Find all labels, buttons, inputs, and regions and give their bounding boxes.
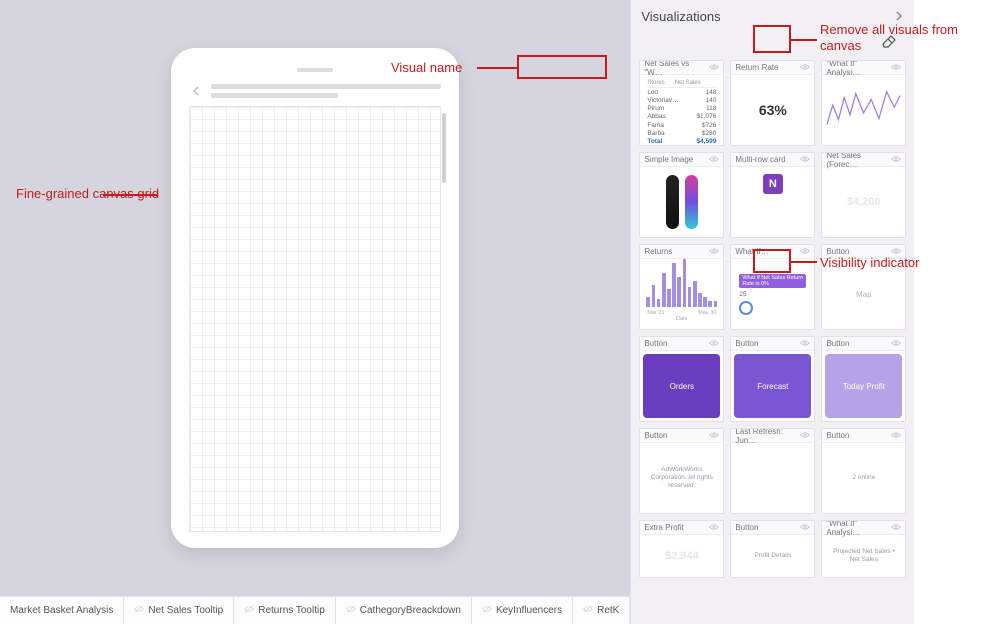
visibility-icon[interactable]	[891, 154, 901, 166]
visualization-tile[interactable]: Last Refresh: Jun…	[730, 428, 815, 514]
tab-label: RetK	[597, 605, 619, 616]
visibility-icon[interactable]	[800, 338, 810, 350]
page-tab-strip: Market Basket Analysis Net Sales Tooltip R…	[0, 596, 630, 624]
visualization-tile[interactable]: Simple Image	[639, 152, 724, 238]
nav-button: Forecast	[734, 354, 811, 418]
visibility-icon[interactable]	[800, 430, 810, 442]
visualization-tile[interactable]: "What If" Analysi…Projected Net Sales • …	[821, 520, 906, 578]
tile-title: Returns	[644, 247, 672, 256]
visualization-tile[interactable]: Net Sales vs "W…StoresNet SalesLeo148Vic…	[639, 60, 724, 146]
tab-label: Market Basket Analysis	[10, 605, 113, 616]
mobile-canvas-area: Market Basket Analysis Net Sales Tooltip R…	[0, 0, 630, 624]
tile-title: Extra Profit	[644, 523, 684, 532]
visualization-tile[interactable]: ReturnsMar 21May 30Date	[639, 244, 724, 330]
visualization-tile-grid: Net Sales vs "W…StoresNet SalesLeo148Vic…	[639, 60, 906, 578]
page-tab[interactable]: KeyInfluencers	[472, 597, 573, 624]
visibility-icon[interactable]	[709, 338, 719, 350]
scrollbar[interactable]	[442, 113, 446, 183]
tile-title: Simple Image	[644, 155, 693, 164]
tab-label: Net Sales Tooltip	[148, 605, 223, 616]
visibility-icon[interactable]	[800, 154, 810, 166]
visualization-tile[interactable]: Button Profit Details	[730, 520, 815, 578]
hidden-icon	[482, 604, 492, 617]
tile-title: Return Rate	[735, 63, 778, 72]
visibility-icon[interactable]	[709, 154, 719, 166]
faded-value: $4,200	[847, 196, 881, 208]
visualization-tile[interactable]: What If… What If Net Sales Return Rate is…	[730, 244, 815, 330]
card-icon: N	[759, 170, 787, 198]
visibility-icon[interactable]	[891, 246, 901, 258]
tile-title: Button	[644, 339, 667, 348]
visualization-tile[interactable]: Button AdWorkWorks Corporation. All right…	[639, 428, 724, 514]
page-tab[interactable]: Net Sales Tooltip	[124, 597, 234, 624]
mini-bar-chart	[643, 266, 720, 310]
visibility-icon[interactable]	[709, 62, 719, 74]
nav-button: Today Profit	[825, 354, 902, 418]
faded-value: $2,944	[665, 550, 699, 562]
visualization-tile[interactable]: Return Rate 63%	[730, 60, 815, 146]
mini-line-chart	[825, 78, 902, 142]
visualizations-panel: Visualizations Net Sales vs "W…StoresNet…	[630, 0, 914, 624]
canvas-grid[interactable]	[189, 106, 441, 532]
annotation-gutter	[914, 0, 984, 624]
hidden-icon	[134, 604, 144, 617]
hidden-icon	[583, 604, 593, 617]
mini-matrix: StoresNet SalesLeo148Victoriav…140Pirum1…	[643, 78, 720, 146]
page-tab[interactable]: CathegoryBreackdown	[336, 597, 472, 624]
tile-title: Multi-row card	[735, 155, 785, 164]
page-tab[interactable]: Market Basket Analysis	[0, 597, 124, 624]
visualization-tile[interactable]: Multi-row card N	[730, 152, 815, 238]
tab-label: KeyInfluencers	[496, 605, 562, 616]
skateboard-image	[666, 175, 698, 229]
tile-title: What If…	[735, 247, 768, 256]
visualization-tile[interactable]: Extra Profit $2,944	[639, 520, 724, 578]
tiny-text: 2 online	[848, 474, 879, 482]
tiny-text: AdWorkWorks Corporation. All rights rese…	[643, 466, 720, 489]
hidden-icon	[346, 604, 356, 617]
button-label: Map	[856, 290, 872, 299]
tile-title: Button	[826, 339, 849, 348]
page-tab[interactable]: Returns Tooltip	[234, 597, 336, 624]
tile-title: Button	[735, 339, 758, 348]
whatif-slicer: What If Net Sales Return Rate is 0%25	[734, 271, 811, 318]
visualization-tile[interactable]: "What If" Analysi…	[821, 60, 906, 146]
visibility-icon[interactable]	[800, 62, 810, 74]
panel-title: Visualizations	[641, 9, 720, 24]
visualization-tile[interactable]: Net Sales (Forec…$4,200	[821, 152, 906, 238]
panel-header: Visualizations	[631, 0, 914, 32]
visibility-icon[interactable]	[709, 522, 719, 534]
visualization-tile[interactable]: Button Today Profit	[821, 336, 906, 422]
visibility-icon[interactable]	[891, 430, 901, 442]
visibility-icon[interactable]	[800, 522, 810, 534]
visibility-icon[interactable]	[891, 338, 901, 350]
visibility-icon[interactable]	[891, 522, 901, 534]
tile-title: Button	[644, 431, 667, 440]
tab-label: Returns Tooltip	[258, 605, 325, 616]
back-chevron-icon[interactable]	[189, 84, 203, 98]
phone-speaker	[297, 68, 333, 72]
collapse-panel-icon[interactable]	[894, 9, 904, 24]
visibility-icon[interactable]	[891, 62, 901, 74]
percentage-value: 63%	[759, 102, 787, 118]
phone-frame	[171, 48, 459, 548]
tiny-text: Profit Details	[750, 552, 795, 560]
visualization-tile[interactable]: Button Forecast	[730, 336, 815, 422]
tile-title: Button	[735, 523, 758, 532]
tab-label: CathegoryBreackdown	[360, 605, 461, 616]
visibility-icon[interactable]	[709, 430, 719, 442]
tile-title: Button	[826, 431, 849, 440]
phone-title-placeholder	[211, 84, 441, 98]
page-tab[interactable]: RetK	[573, 597, 630, 624]
tile-title: Button	[826, 247, 849, 256]
tiny-text: Projected Net Sales • Net Sales	[825, 548, 902, 564]
visibility-icon[interactable]	[800, 246, 810, 258]
nav-button: Orders	[643, 354, 720, 418]
hidden-icon	[244, 604, 254, 617]
visibility-icon[interactable]	[709, 246, 719, 258]
visualization-tile[interactable]: Button Orders	[639, 336, 724, 422]
remove-all-visuals-button[interactable]	[872, 30, 904, 52]
visualization-tile[interactable]: Button 2 online	[821, 428, 906, 514]
visualization-tile[interactable]: Button Map	[821, 244, 906, 330]
